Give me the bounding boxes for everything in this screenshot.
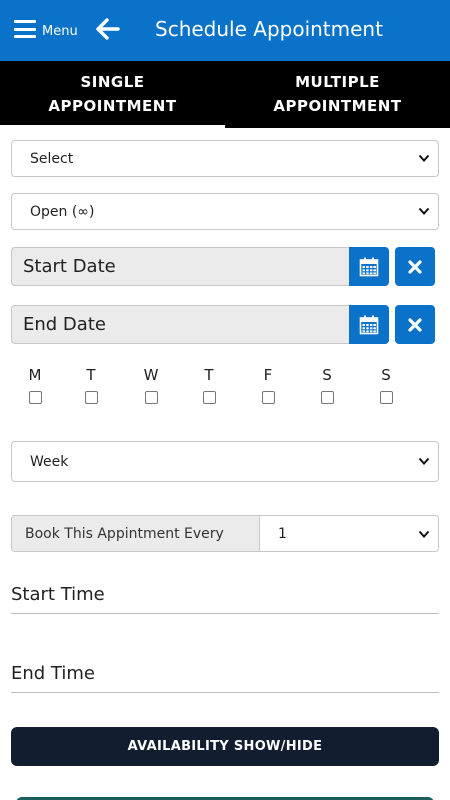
tab-multiple-appointment[interactable]: MULTIPLE APPOINTMENT [225, 61, 450, 128]
menu-label: Menu [42, 23, 78, 39]
page-title: Schedule Appointment [155, 17, 383, 41]
tab-multiple-line2: APPOINTMENT [273, 97, 402, 115]
tab-single-appointment[interactable]: SINGLE APPOINTMENT [0, 61, 225, 128]
day-thursday: T [199, 366, 219, 404]
back-arrow-icon[interactable] [96, 17, 120, 41]
calendar-icon [359, 257, 379, 276]
day-label: T [86, 366, 96, 384]
end-date-calendar-button[interactable] [349, 305, 389, 344]
day-saturday: S [317, 366, 337, 404]
day-monday: M [25, 366, 45, 404]
availability-toggle-button[interactable]: AVAILABILITY SHOW/HIDE [11, 727, 439, 766]
tab-multiple-line1: MULTIPLE [295, 73, 380, 91]
repeat-unit-select[interactable]: Week [11, 441, 439, 482]
book-every-value: 1 [278, 525, 287, 542]
close-icon [408, 317, 422, 332]
repeat-unit-value: Week [30, 453, 69, 470]
start-time-input[interactable]: Start Time [11, 576, 439, 614]
start-date-input[interactable]: Start Date [11, 247, 349, 286]
day-sunday: S [376, 366, 396, 404]
day-checkbox[interactable] [28, 391, 42, 404]
tab-single-line1: SINGLE [80, 73, 145, 91]
calendar-icon [359, 315, 379, 334]
hamburger-icon [14, 20, 36, 38]
book-every-select[interactable]: 1 [260, 516, 438, 551]
day-checkbox[interactable] [379, 391, 393, 404]
chevron-down-icon [418, 457, 430, 465]
chevron-down-icon [418, 530, 430, 538]
day-label: W [143, 366, 159, 384]
day-label: S [381, 366, 391, 384]
day-checkbox[interactable] [84, 391, 98, 404]
day-tuesday: T [81, 366, 101, 404]
book-every-group: Book This Appintment Every 1 [11, 515, 439, 552]
menu-button[interactable]: Menu [14, 17, 78, 41]
day-wednesday: W [141, 366, 161, 404]
day-checkbox[interactable] [261, 391, 275, 404]
app-header: Menu Schedule Appointment [0, 0, 450, 61]
day-label: S [322, 366, 332, 384]
book-every-label: Book This Appintment Every [12, 516, 260, 551]
day-checkbox[interactable] [144, 391, 158, 404]
close-icon [408, 259, 422, 274]
chevron-down-icon [418, 207, 430, 215]
tab-single-line2: APPOINTMENT [48, 97, 177, 115]
start-date-clear-button[interactable] [395, 247, 435, 286]
duration-select[interactable]: Open (∞) [11, 193, 439, 230]
duration-select-value: Open (∞) [30, 203, 95, 220]
chevron-down-icon [418, 154, 430, 162]
day-checkbox[interactable] [202, 391, 216, 404]
start-date-calendar-button[interactable] [349, 247, 389, 286]
end-date-input[interactable]: End Date [11, 305, 349, 344]
type-select[interactable]: Select [11, 140, 439, 177]
day-checkbox[interactable] [320, 391, 334, 404]
type-select-value: Select [30, 150, 74, 167]
day-label: M [28, 366, 42, 384]
end-time-input[interactable]: End Time [11, 655, 439, 693]
appointment-tabs: SINGLE APPOINTMENT MULTIPLE APPOINTMENT [0, 61, 450, 128]
end-date-clear-button[interactable] [395, 305, 435, 344]
day-label: T [204, 366, 214, 384]
day-label: F [263, 366, 273, 384]
day-friday: F [258, 366, 278, 404]
